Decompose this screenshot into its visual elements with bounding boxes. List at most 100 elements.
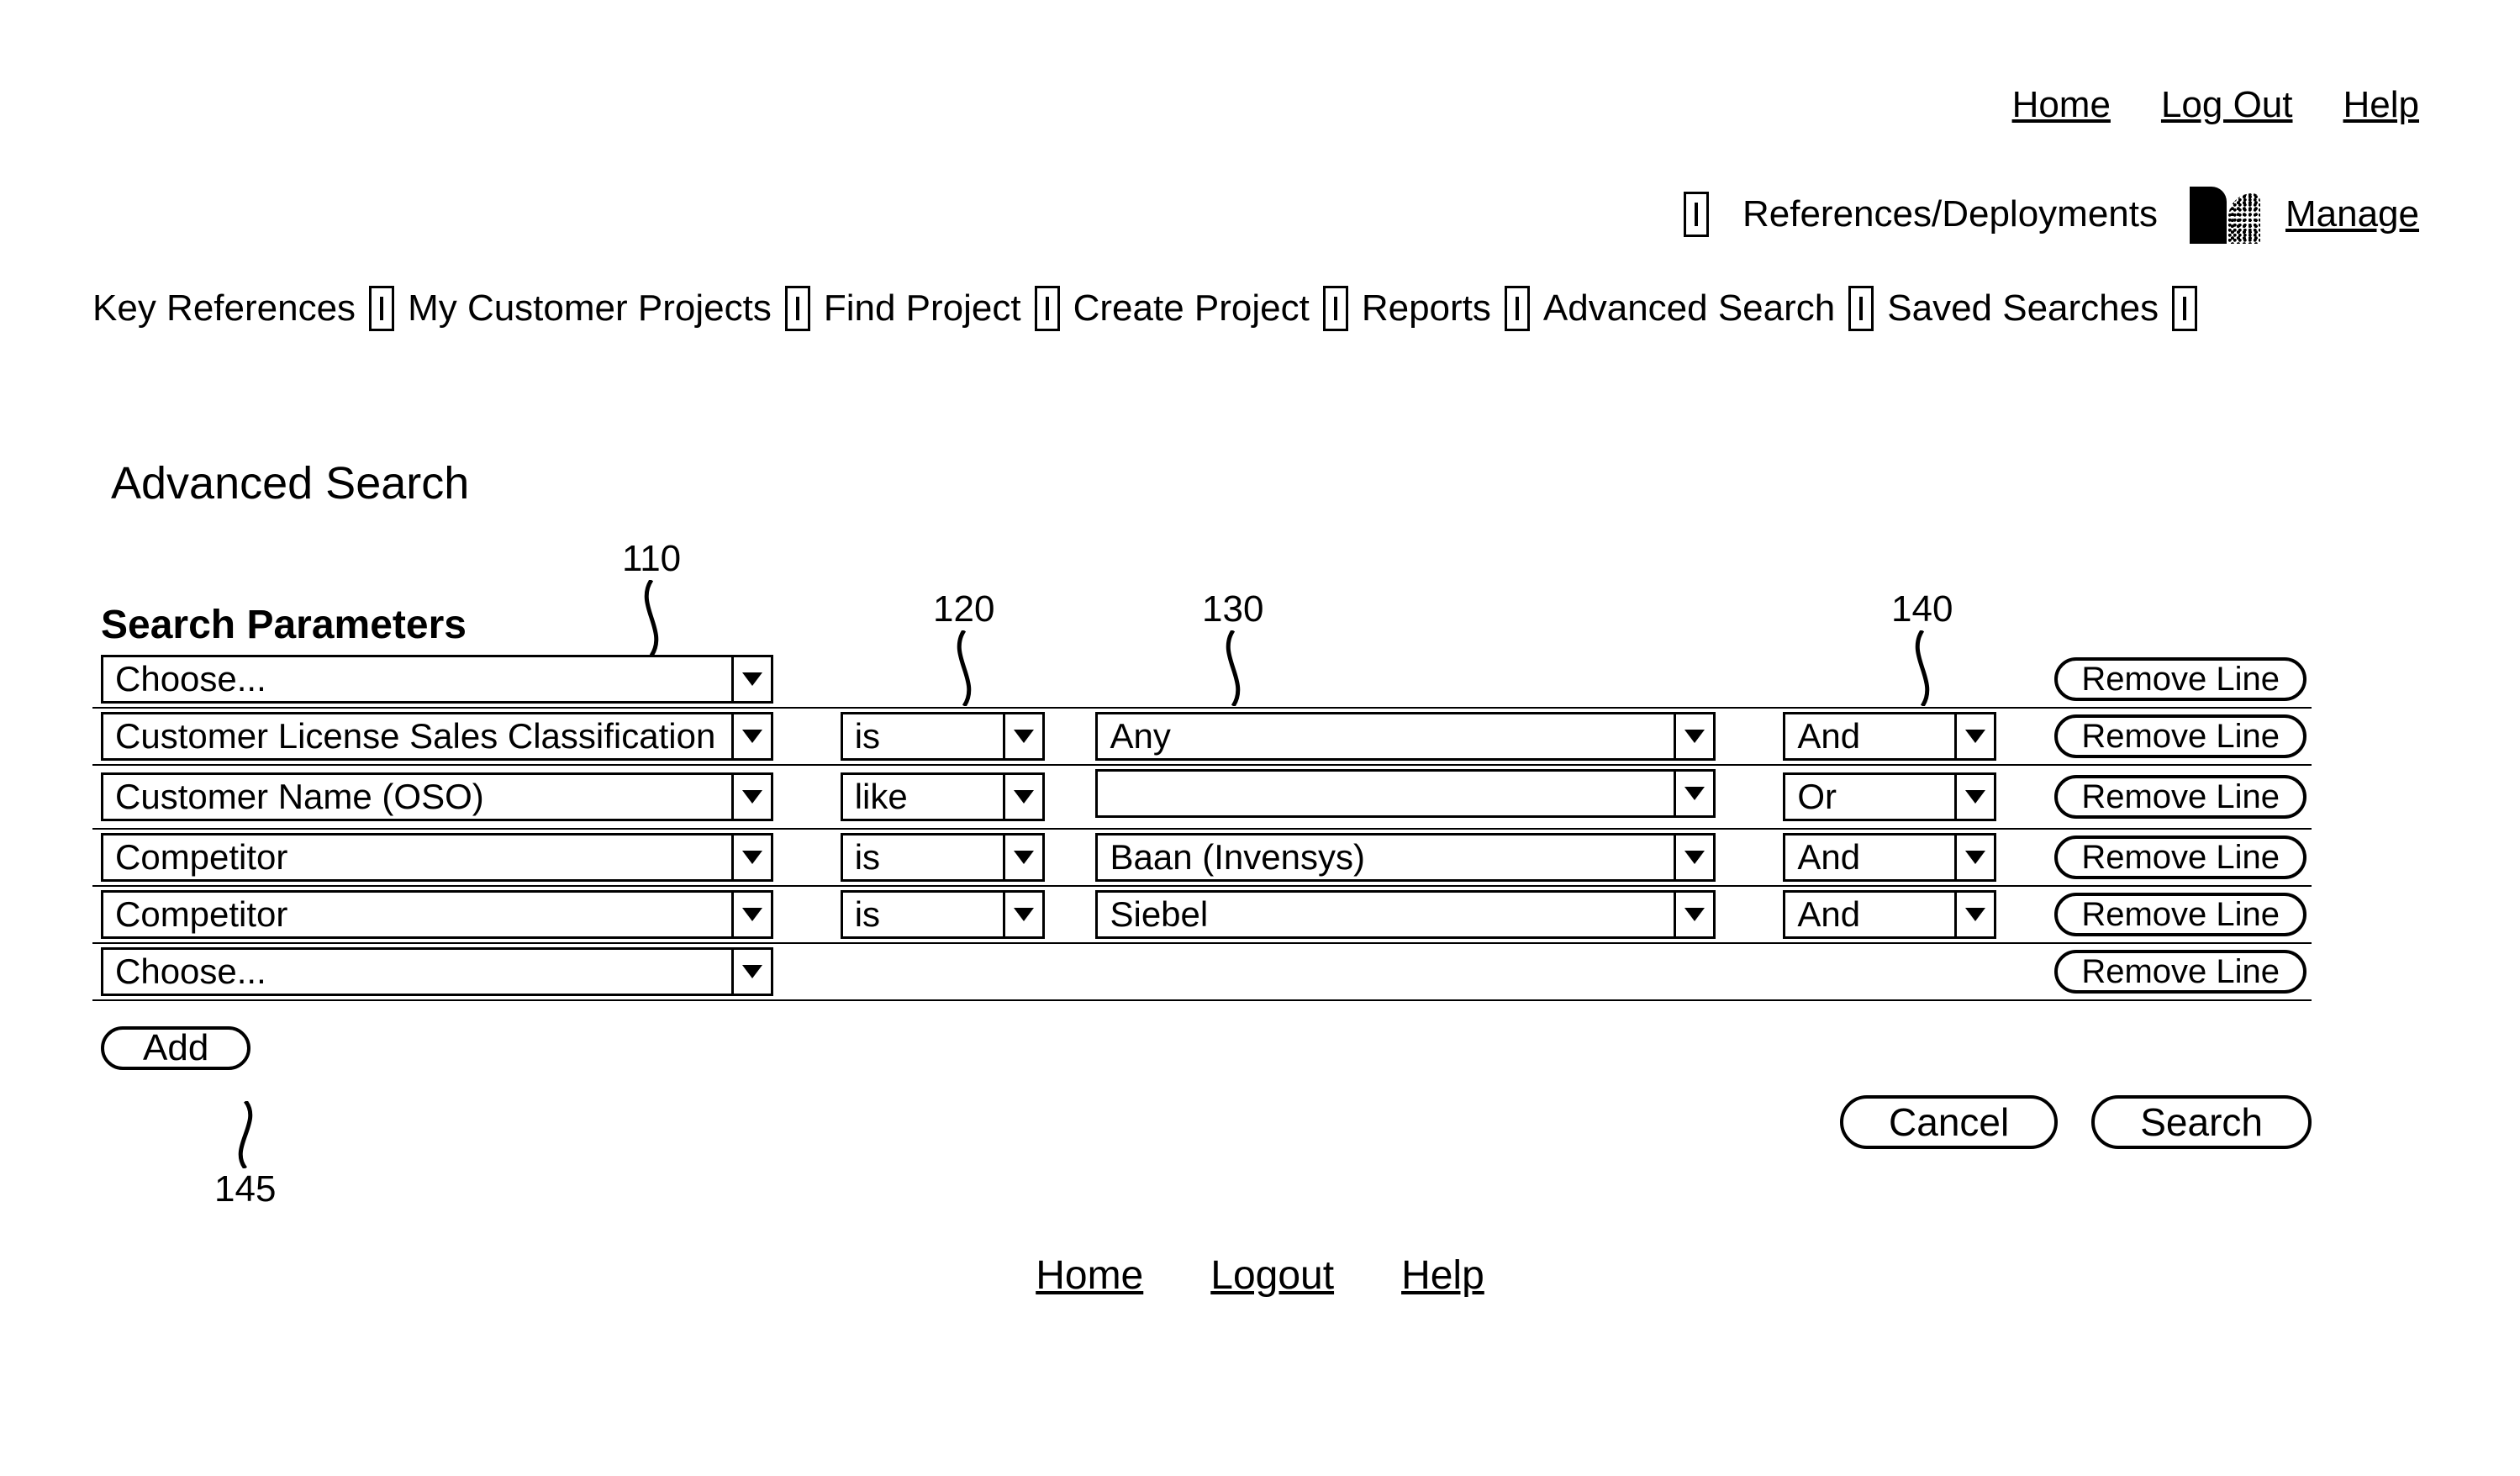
search-parameters-heading: Search Parameters (101, 602, 2419, 648)
field-select[interactable]: Customer Name (OSO) (101, 772, 773, 821)
chevron-down-icon (1954, 775, 1994, 819)
join-select-value: And (1785, 836, 1954, 879)
operator-select-value: is (843, 714, 1004, 758)
search-row: Competitor is Baan (Invensys) And Remove Lin… (92, 829, 2312, 886)
join-select-value: And (1785, 893, 1954, 936)
search-row: Competitor is Siebel And Remove Line (92, 886, 2312, 943)
chevron-down-icon (731, 950, 771, 994)
field-select[interactable]: Choose... (101, 947, 773, 996)
value-select[interactable] (1095, 769, 1716, 818)
field-select[interactable]: Competitor (101, 890, 773, 939)
footer-link-help[interactable]: Help (1401, 1252, 1484, 1299)
field-select-value: Choose... (103, 657, 731, 701)
top-link-logout[interactable]: Log Out (2161, 84, 2293, 126)
nav-item-advanced-search[interactable]: Advanced Search (1543, 287, 1835, 329)
nav-item-saved-searches[interactable]: Saved Searches (1887, 287, 2159, 329)
divider-box-icon (1684, 192, 1709, 237)
remove-line-button[interactable]: Remove Line (2054, 775, 2306, 819)
top-link-home[interactable]: Home (2012, 84, 2111, 126)
page-title: Advanced Search (111, 457, 2419, 509)
value-select-value: Any (1098, 714, 1674, 758)
nav-item-reports[interactable]: Reports (1362, 287, 1491, 329)
field-select-value: Customer Name (OSO) (103, 775, 731, 819)
chevron-down-icon (731, 657, 771, 701)
chevron-down-icon (1954, 893, 1994, 936)
join-select[interactable]: And (1783, 890, 1996, 939)
operator-select-value: is (843, 836, 1004, 879)
remove-line-button[interactable]: Remove Line (2054, 657, 2306, 701)
footer-link-logout[interactable]: Logout (1210, 1252, 1334, 1299)
add-button[interactable]: Add (101, 1026, 250, 1070)
nav-item-create-project[interactable]: Create Project (1073, 287, 1310, 329)
value-select-value: Siebel (1098, 893, 1674, 936)
field-select-value: Competitor (103, 836, 731, 879)
field-select[interactable]: Customer License Sales Classification (101, 712, 773, 761)
top-link-help[interactable]: Help (2343, 84, 2420, 126)
chevron-down-icon (1674, 893, 1713, 936)
chevron-down-icon (1003, 836, 1042, 879)
divider-box-icon (2172, 286, 2197, 331)
chevron-down-icon (1674, 836, 1713, 879)
nav-item-my-customer-projects[interactable]: My Customer Projects (408, 287, 772, 329)
chevron-down-icon (1954, 836, 1994, 879)
chevron-down-icon (1003, 893, 1042, 936)
divider-box-icon (369, 286, 394, 331)
remove-line-button[interactable]: Remove Line (2054, 893, 2306, 936)
join-select[interactable]: And (1783, 833, 1996, 882)
cancel-button[interactable]: Cancel (1840, 1095, 2058, 1149)
references-deployments-label: References/Deployments (1742, 193, 2158, 235)
operator-select-value: like (843, 775, 1004, 819)
remove-line-button[interactable]: Remove Line (2054, 950, 2306, 994)
search-button[interactable]: Search (2091, 1095, 2312, 1149)
search-row: Choose... Remove Line (92, 943, 2312, 1000)
divider-box-icon (785, 286, 810, 331)
chevron-down-icon (1003, 775, 1042, 819)
chevron-down-icon (731, 836, 771, 879)
value-select-value (1098, 772, 1674, 815)
main-nav: Key References My Customer Projects Find… (92, 286, 2419, 331)
remove-line-button[interactable]: Remove Line (2054, 714, 2306, 758)
field-select-value: Competitor (103, 893, 731, 936)
operator-select[interactable]: is (841, 833, 1046, 882)
value-select-value: Baan (Invensys) (1098, 836, 1674, 879)
search-row: Choose... Remove Line (92, 653, 2312, 708)
divider-box-icon (1848, 286, 1874, 331)
chevron-down-icon (1003, 714, 1042, 758)
chevron-down-icon (731, 893, 771, 936)
chevron-down-icon (731, 714, 771, 758)
remove-line-button[interactable]: Remove Line (2054, 836, 2306, 879)
join-select[interactable]: Or (1783, 772, 1996, 821)
nav-item-key-references[interactable]: Key References (92, 287, 356, 329)
operator-select-value: is (843, 893, 1004, 936)
field-select-value: Choose... (103, 950, 731, 994)
search-row: Customer Name (OSO) like Or Remove Line (92, 765, 2312, 829)
top-links: Home Log Out Help (92, 84, 2419, 126)
value-select[interactable]: Baan (Invensys) (1095, 833, 1716, 882)
search-parameters-table: Choose...Remove LineCustomer License Sal… (92, 653, 2312, 1001)
search-row: Customer License Sales Classification is A… (92, 708, 2312, 765)
divider-box-icon (1323, 286, 1348, 331)
chevron-down-icon (731, 775, 771, 819)
divider-box-icon (1035, 286, 1060, 331)
value-select[interactable]: Siebel (1095, 890, 1716, 939)
join-select[interactable]: And (1783, 712, 1996, 761)
nav-item-find-project[interactable]: Find Project (824, 287, 1021, 329)
operator-select[interactable]: is (841, 712, 1046, 761)
operator-select[interactable]: is (841, 890, 1046, 939)
operator-select[interactable]: like (841, 772, 1046, 821)
chevron-down-icon (1674, 714, 1713, 758)
field-select[interactable]: Choose... (101, 655, 773, 704)
secondary-bar: References/Deployments Manage (92, 185, 2419, 244)
field-select[interactable]: Competitor (101, 833, 773, 882)
manage-link[interactable]: Manage (2285, 193, 2419, 235)
chevron-down-icon (1954, 714, 1994, 758)
value-select[interactable]: Any (1095, 712, 1716, 761)
footer-links: Home Logout Help (0, 1252, 2520, 1299)
divider-box-icon (1505, 286, 1530, 331)
chevron-down-icon (1674, 772, 1713, 815)
field-select-value: Customer License Sales Classification (103, 714, 731, 758)
action-row: Cancel Search (92, 1095, 2312, 1149)
logo-icon (2190, 185, 2260, 244)
footer-link-home[interactable]: Home (1036, 1252, 1143, 1299)
join-select-value: And (1785, 714, 1954, 758)
